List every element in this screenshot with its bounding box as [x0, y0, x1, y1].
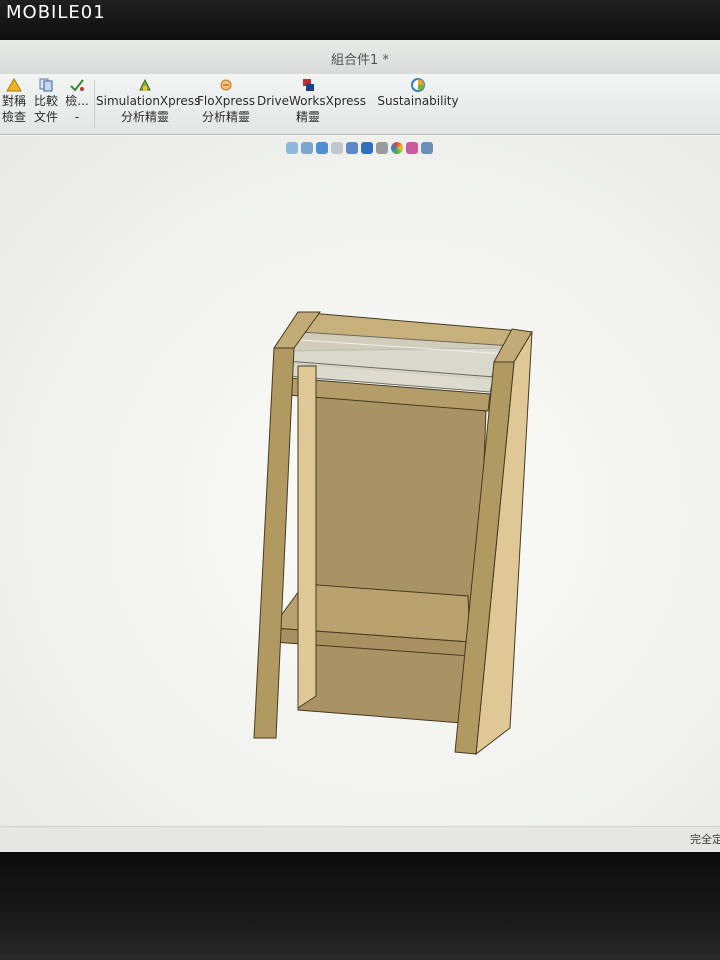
simulationxpress-label-1: SimulationXpress — [96, 94, 201, 108]
status-bar: 完全定義 — [0, 826, 720, 852]
display-style-icon[interactable] — [361, 142, 373, 154]
graphics-area[interactable] — [0, 136, 720, 826]
section-view-icon[interactable] — [331, 142, 343, 154]
check-button[interactable]: 檢... - — [62, 78, 92, 125]
sustainability-label: Sustainability — [377, 94, 459, 108]
compare-documents-icon — [39, 78, 53, 92]
view-orientation-icon[interactable] — [346, 142, 358, 154]
monitor-bezel-top: MOBILE01 — [0, 0, 720, 40]
view-settings-icon[interactable] — [421, 142, 433, 154]
left-panel-front — [253, 347, 295, 739]
sustainability-button[interactable]: Sustainability — [376, 78, 460, 109]
simulationxpress-icon — [139, 78, 151, 91]
title-bar: 組合件1 * — [0, 40, 720, 75]
photo-watermark: MOBILE01 — [6, 2, 106, 23]
cabinet-assembly-model[interactable] — [0, 136, 720, 826]
driveworksxpress-label-2: 精靈 — [295, 110, 320, 124]
edit-appearance-icon[interactable] — [391, 142, 403, 154]
floxpress-icon — [220, 79, 232, 91]
monitor-bezel-bottom — [0, 852, 720, 960]
check-label-1: 檢... — [65, 94, 89, 108]
check-label-2: - — [74, 110, 80, 124]
solidworks-window: 組合件1 * 對稱 檢查 比較 文件 檢... - SimulationXpre… — [0, 40, 720, 852]
compare-documents-button[interactable]: 比較 文件 — [32, 78, 60, 125]
simulationxpress-button[interactable]: SimulationXpress 分析精靈 — [96, 78, 201, 125]
simulationxpress-label-2: 分析精靈 — [120, 110, 169, 124]
warning-icon — [6, 78, 22, 92]
hide-show-icon[interactable] — [376, 142, 388, 154]
status-text: 完全定義 — [690, 833, 720, 846]
symmetry-check-label-2: 檢查 — [1, 110, 26, 124]
driveworksxpress-label-1: DriveWorksXpress — [257, 94, 367, 108]
apply-scene-icon[interactable] — [406, 142, 418, 154]
driveworksxpress-button[interactable]: DriveWorksXpress 精靈 — [257, 78, 367, 125]
back-panel — [297, 390, 487, 725]
left-panel-inner — [297, 365, 317, 709]
floxpress-button[interactable]: FloXpress 分析精靈 — [196, 78, 256, 125]
sustainability-icon — [411, 78, 425, 92]
compare-documents-label-2: 文件 — [33, 110, 58, 124]
symmetry-check-button[interactable]: 對稱 檢查 — [0, 78, 28, 125]
zoom-to-fit-icon[interactable] — [286, 142, 298, 154]
previous-view-icon[interactable] — [316, 142, 328, 154]
floxpress-label-1: FloXpress — [197, 94, 255, 108]
ribbon-separator — [94, 80, 95, 128]
symmetry-check-label-1: 對稱 — [1, 94, 26, 108]
evaluate-ribbon: 對稱 檢查 比較 文件 檢... - SimulationXpress 分析精靈… — [0, 74, 720, 135]
check-icon — [70, 79, 84, 92]
zoom-to-area-icon[interactable] — [301, 142, 313, 154]
compare-documents-label-1: 比較 — [33, 94, 58, 108]
window-title: 組合件1 * — [331, 53, 389, 68]
floxpress-label-2: 分析精靈 — [201, 110, 250, 124]
heads-up-view-toolbar — [286, 140, 514, 156]
driveworksxpress-icon — [303, 79, 314, 91]
